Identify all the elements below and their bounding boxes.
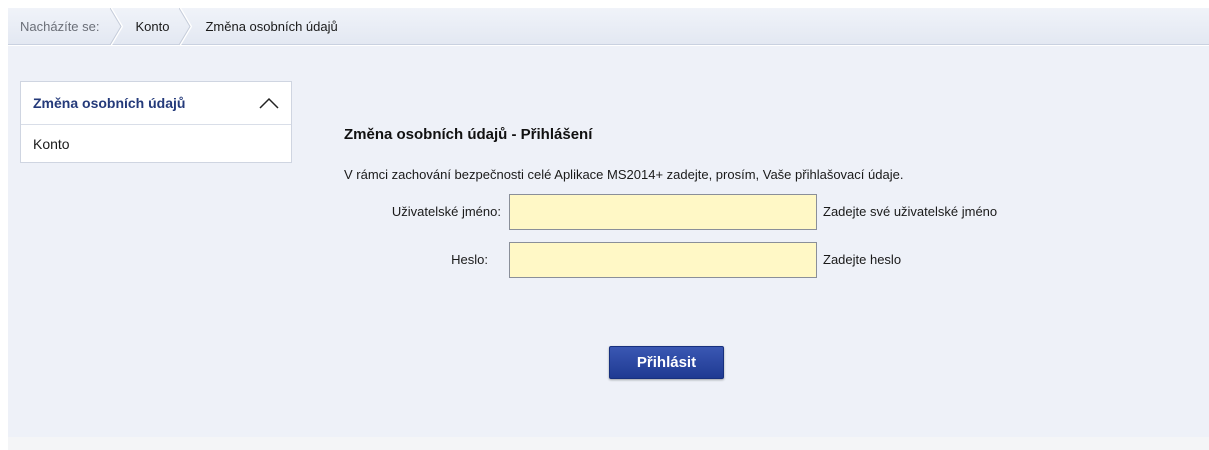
page-title: Změna osobních údajů - Přihlášení	[344, 126, 593, 143]
username-hint: Zadejte své uživatelské jméno	[823, 204, 998, 219]
password-hint: Zadejte heslo	[823, 252, 902, 267]
side-menu: Změna osobních údajů Konto	[20, 81, 292, 163]
chevron-up-icon[interactable]	[259, 97, 279, 109]
password-field[interactable]	[509, 242, 817, 278]
username-field[interactable]	[509, 194, 817, 230]
breadcrumb-item-konto[interactable]: Konto	[124, 8, 180, 44]
breadcrumb-separator-icon	[179, 7, 193, 45]
breadcrumb: Nacházíte se: Konto Změna osobních údajů	[8, 7, 1209, 45]
breadcrumb-lead: Nacházíte se:	[20, 18, 100, 34]
side-menu-title: Změna osobních údajů	[33, 95, 186, 111]
footer-strip	[8, 437, 1209, 450]
login-button[interactable]: Přihlásit	[609, 346, 724, 379]
info-text: V rámci zachování bezpečnosti celé Aplik…	[344, 167, 904, 182]
side-menu-item-konto[interactable]: Konto	[21, 125, 291, 163]
breadcrumb-separator-icon	[109, 7, 123, 45]
side-menu-header[interactable]: Změna osobních údajů	[21, 82, 291, 125]
username-label: Uživatelské jméno:	[391, 204, 501, 219]
breadcrumb-item-current: Změna osobních údajů	[205, 18, 338, 34]
password-label: Heslo:	[451, 252, 488, 267]
